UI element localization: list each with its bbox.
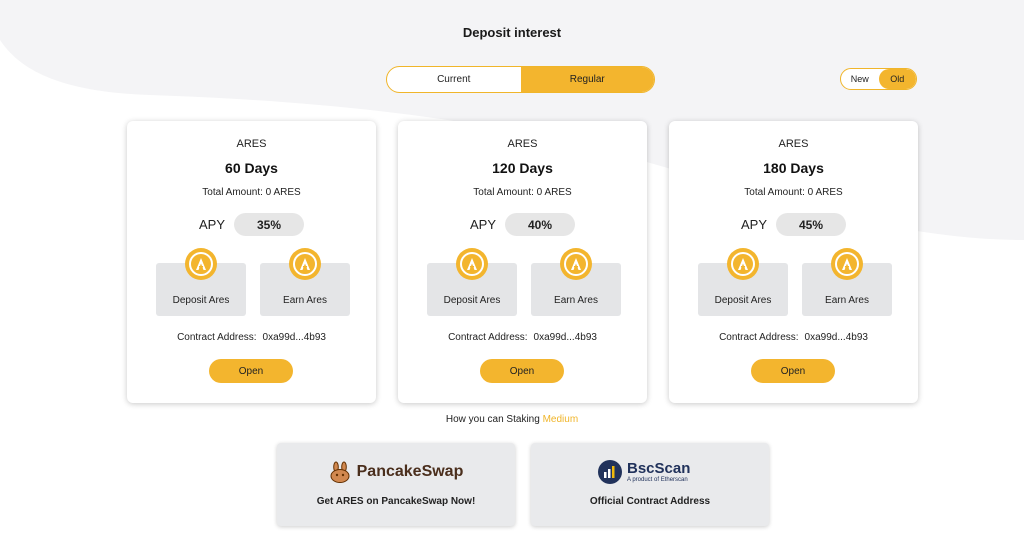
earn-label: Earn Ares <box>283 295 327 306</box>
contract-label: Contract Address: <box>177 332 257 343</box>
staking-card-60-days: ARES 60 Days Total Amount: 0 ARES APY 35… <box>127 121 376 403</box>
deposit-interest-page: Deposit interest Current Regular New Old… <box>0 0 1024 558</box>
pancakeswap-card[interactable]: PancakeSwap Get ARES on PancakeSwap Now! <box>277 443 515 526</box>
bscscan-brand: BscScan A product of Etherscan <box>597 459 690 485</box>
earn-ares-button[interactable]: Earn Ares <box>531 248 621 316</box>
contract-label: Contract Address: <box>719 332 799 343</box>
ares-coin-icon <box>456 248 488 280</box>
ares-coin-icon <box>185 248 217 280</box>
deposit-label: Deposit Ares <box>443 295 501 306</box>
token-name: ARES <box>236 138 267 150</box>
ares-coin-icon <box>727 248 759 280</box>
staking-card-180-days: ARES 180 Days Total Amount: 0 ARES APY 4… <box>669 121 918 403</box>
contract-address: Contract Address: 0xa99d...4b93 <box>669 332 918 343</box>
tab-current[interactable]: Current <box>387 67 521 92</box>
apy-label: APY <box>470 217 497 232</box>
contract-address: Contract Address: 0xa99d...4b93 <box>398 332 647 343</box>
staking-howto: How you can Staking Medium <box>0 414 1024 425</box>
open-button[interactable]: Open <box>751 359 835 383</box>
open-button[interactable]: Open <box>480 359 564 383</box>
bscscan-subtitle: A product of Etherscan <box>627 477 688 483</box>
apy-label: APY <box>741 217 768 232</box>
token-name: ARES <box>778 138 809 150</box>
earn-ares-button[interactable]: Earn Ares <box>260 248 350 316</box>
contract-address-value: 0xa99d...4b93 <box>533 332 597 343</box>
deposit-ares-button[interactable]: Deposit Ares <box>698 248 788 316</box>
token-name: ARES <box>507 138 538 150</box>
contract-address: Contract Address: 0xa99d...4b93 <box>127 332 376 343</box>
contract-label: Contract Address: <box>448 332 528 343</box>
bscscan-caption: Official Contract Address <box>589 496 711 507</box>
ares-coin-icon <box>289 248 321 280</box>
external-links: PancakeSwap Get ARES on PancakeSwap Now!… <box>277 443 769 526</box>
bscscan-logo-icon <box>598 460 622 484</box>
open-button[interactable]: Open <box>209 359 293 383</box>
staking-period: 120 Days <box>492 160 553 176</box>
deposit-ares-button[interactable]: Deposit Ares <box>156 248 246 316</box>
bscscan-name: BscScan <box>627 460 691 477</box>
version-toggle: New Old <box>840 68 917 90</box>
apy-value: 40% <box>505 213 575 236</box>
deposit-label: Deposit Ares <box>714 295 772 306</box>
version-old[interactable]: Old <box>878 69 916 89</box>
apy-label: APY <box>199 217 226 232</box>
contract-address-value: 0xa99d...4b93 <box>262 332 326 343</box>
deposit-ares-button[interactable]: Deposit Ares <box>427 248 517 316</box>
bscscan-card[interactable]: BscScan A product of Etherscan Official … <box>531 443 769 526</box>
version-new[interactable]: New <box>841 69 879 89</box>
page-title: Deposit interest <box>462 25 562 40</box>
howto-text: How you can Staking <box>445 414 540 425</box>
pancakeswap-caption: Get ARES on PancakeSwap Now! <box>316 496 476 507</box>
earn-label: Earn Ares <box>825 295 869 306</box>
apy-value: 35% <box>234 213 304 236</box>
total-amount: Total Amount: 0 ARES <box>744 187 843 198</box>
deposit-label: Deposit Ares <box>172 295 230 306</box>
medium-link[interactable]: Medium <box>543 414 579 425</box>
pancakeswap-name: PancakeSwap <box>356 463 464 480</box>
ares-coin-icon <box>831 248 863 280</box>
tab-regular[interactable]: Regular <box>520 67 654 92</box>
apy-value: 45% <box>776 213 846 236</box>
pancakeswap-bunny-icon <box>330 461 350 483</box>
term-tabs: Current Regular <box>386 66 655 93</box>
staking-period: 180 Days <box>763 160 824 176</box>
staking-card-120-days: ARES 120 Days Total Amount: 0 ARES APY 4… <box>398 121 647 403</box>
staking-cards: ARES 60 Days Total Amount: 0 ARES APY 35… <box>127 121 918 403</box>
contract-address-value: 0xa99d...4b93 <box>804 332 868 343</box>
total-amount: Total Amount: 0 ARES <box>473 187 572 198</box>
ares-coin-icon <box>560 248 592 280</box>
earn-label: Earn Ares <box>554 295 598 306</box>
total-amount: Total Amount: 0 ARES <box>202 187 301 198</box>
earn-ares-button[interactable]: Earn Ares <box>802 248 892 316</box>
pancakeswap-brand: PancakeSwap <box>277 461 515 483</box>
staking-period: 60 Days <box>225 160 278 176</box>
